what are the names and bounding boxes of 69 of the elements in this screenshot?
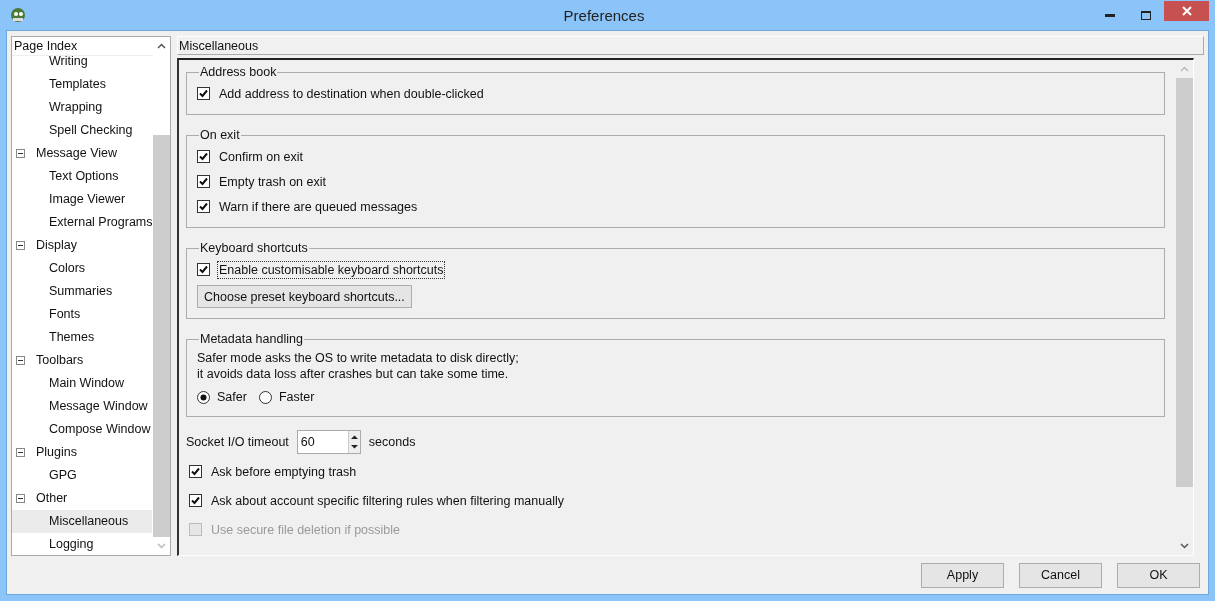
- page-title: Miscellaneous: [179, 38, 259, 53]
- tree-item[interactable]: Other: [12, 487, 152, 510]
- tree-item[interactable]: Message View: [12, 142, 152, 165]
- checkbox-label[interactable]: Warn if there are queued messages: [217, 197, 420, 216]
- tree-item[interactable]: Logging: [12, 533, 152, 555]
- collapse-icon[interactable]: [16, 241, 25, 250]
- collapse-icon[interactable]: [16, 494, 25, 503]
- checkbox[interactable]: [197, 150, 210, 163]
- tree-item[interactable]: Summaries: [12, 280, 152, 303]
- checkbox-label[interactable]: Enable customisable keyboard shortcuts: [217, 260, 446, 279]
- radio-button[interactable]: [258, 390, 272, 404]
- group-title: On exit: [199, 128, 241, 142]
- description-text: Safer mode asks the OS to write metadata to disk directly;: [197, 350, 520, 366]
- dialog-button[interactable]: Apply: [921, 562, 1004, 588]
- timeout-label: Socket I/O timeout: [186, 435, 289, 449]
- tree-item[interactable]: Message Window: [12, 395, 152, 418]
- checkbox[interactable]: [197, 87, 210, 100]
- tree-item[interactable]: Miscellaneous: [12, 510, 152, 533]
- tree-item[interactable]: Compose Window: [12, 418, 152, 441]
- tree-item[interactable]: Display: [12, 234, 152, 257]
- column-header: Page Index: [14, 39, 78, 53]
- dialog-button[interactable]: Cancel: [1019, 562, 1102, 588]
- scroll-down-icon[interactable]: [1180, 543, 1189, 549]
- minimize-icon[interactable]: [1105, 13, 1115, 17]
- app-icon: [10, 7, 26, 23]
- checkbox-label[interactable]: Ask about account specific filtering rules when filtering manually: [209, 491, 566, 510]
- collapse-icon[interactable]: [16, 149, 25, 158]
- scroll-up-icon[interactable]: [157, 43, 166, 49]
- dialog-button[interactable]: OK: [1117, 562, 1200, 588]
- group-title: Metadata handling: [199, 332, 304, 346]
- spin-field[interactable]: 60: [296, 430, 361, 454]
- tree-item[interactable]: Main Window: [12, 372, 152, 395]
- tree-item[interactable]: Themes: [12, 326, 152, 349]
- close-button[interactable]: [1164, 0, 1209, 21]
- window-title: Preferences: [563, 6, 645, 24]
- tree-item[interactable]: Toolbars: [12, 349, 152, 372]
- tree-item[interactable]: External Programs: [12, 211, 152, 234]
- checkbox-label[interactable]: Confirm on exit: [217, 147, 306, 166]
- checkbox[interactable]: [197, 200, 210, 213]
- close-icon: [1181, 5, 1192, 16]
- collapse-icon[interactable]: [16, 448, 25, 457]
- maximize-icon[interactable]: [1141, 10, 1151, 20]
- checkbox[interactable]: [197, 263, 210, 276]
- checkbox[interactable]: [197, 175, 210, 188]
- checkbox[interactable]: [189, 494, 202, 507]
- collapse-icon[interactable]: [16, 356, 25, 365]
- radio-button[interactable]: [197, 390, 210, 404]
- checkbox-label[interactable]: Add address to destination when double-clicked: [217, 84, 486, 103]
- checkbox[interactable]: [189, 465, 202, 478]
- radio-label[interactable]: Faster: [278, 390, 315, 404]
- spin-down-icon[interactable]: [349, 442, 359, 451]
- unit-label: seconds: [368, 435, 416, 449]
- description-text: it avoids data loss after crashes but can take some time.: [197, 366, 510, 382]
- group-title: Keyboard shortcuts: [199, 241, 309, 255]
- tree-item[interactable]: Templates: [12, 73, 152, 96]
- tree-item[interactable]: Wrapping: [12, 96, 152, 119]
- choose-preset-button[interactable]: Choose preset keyboard shortcuts...: [197, 285, 412, 308]
- tree-item[interactable]: Fonts: [12, 303, 152, 326]
- tree-item[interactable]: Spell Checking: [12, 119, 152, 142]
- tree-item[interactable]: Image Viewer: [12, 188, 152, 211]
- tree-item[interactable]: GPG: [12, 464, 152, 487]
- spin-up-icon[interactable]: [349, 433, 359, 442]
- checkbox-label[interactable]: Empty trash on exit: [217, 172, 328, 191]
- group-title: Address book: [199, 65, 278, 79]
- tree-item[interactable]: Colors: [12, 257, 152, 280]
- checkbox-label[interactable]: Ask before emptying trash: [209, 462, 359, 481]
- tree-item[interactable]: Plugins: [12, 441, 152, 464]
- tree-item[interactable]: Text Options: [12, 165, 152, 188]
- radio-label[interactable]: Safer: [217, 390, 247, 404]
